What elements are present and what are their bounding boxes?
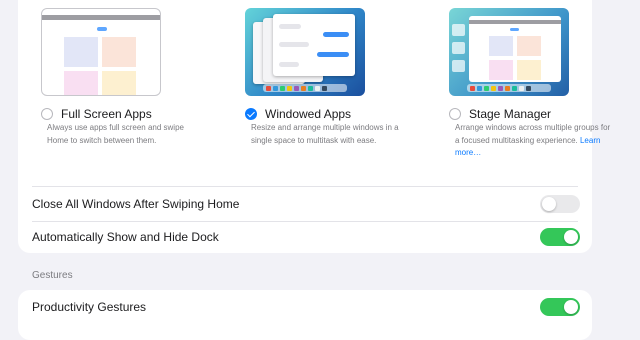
auto-hide-dock-row: Automatically Show and Hide Dock: [32, 220, 580, 254]
productivity-gestures-toggle[interactable]: [540, 298, 580, 316]
windowed-apps-preview[interactable]: [245, 8, 365, 96]
option-description: Always use apps full screen and swipe Ho…: [47, 123, 184, 145]
productivity-gestures-row: Productivity Gestures: [32, 290, 580, 324]
row-label: Productivity Gestures: [32, 300, 147, 314]
section-header-gestures: Gestures: [32, 270, 73, 281]
auto-hide-dock-toggle[interactable]: [540, 228, 580, 246]
option-title: Windowed Apps: [265, 107, 352, 121]
radio-checked-icon[interactable]: [245, 108, 257, 120]
option-title: Full Screen Apps: [61, 107, 152, 121]
row-label: Close All Windows After Swiping Home: [32, 197, 240, 211]
row-label: Automatically Show and Hide Dock: [32, 230, 219, 244]
gestures-card: Productivity Gestures: [18, 290, 592, 340]
option-title: Stage Manager: [469, 107, 552, 121]
radio-unchecked-icon[interactable]: [41, 108, 53, 120]
full-screen-apps-preview[interactable]: [41, 8, 161, 96]
option-description: Arrange windows across multiple groups f…: [455, 122, 613, 160]
close-all-windows-toggle[interactable]: [540, 195, 580, 213]
option-description: Resize and arrange multiple windows in a…: [251, 123, 399, 145]
stage-manager-preview[interactable]: [449, 8, 569, 96]
multitasking-card: Full Screen Apps Always use apps full sc…: [18, 0, 610, 254]
close-all-windows-row: Close All Windows After Swiping Home: [32, 187, 580, 221]
radio-unchecked-icon[interactable]: [449, 108, 461, 120]
